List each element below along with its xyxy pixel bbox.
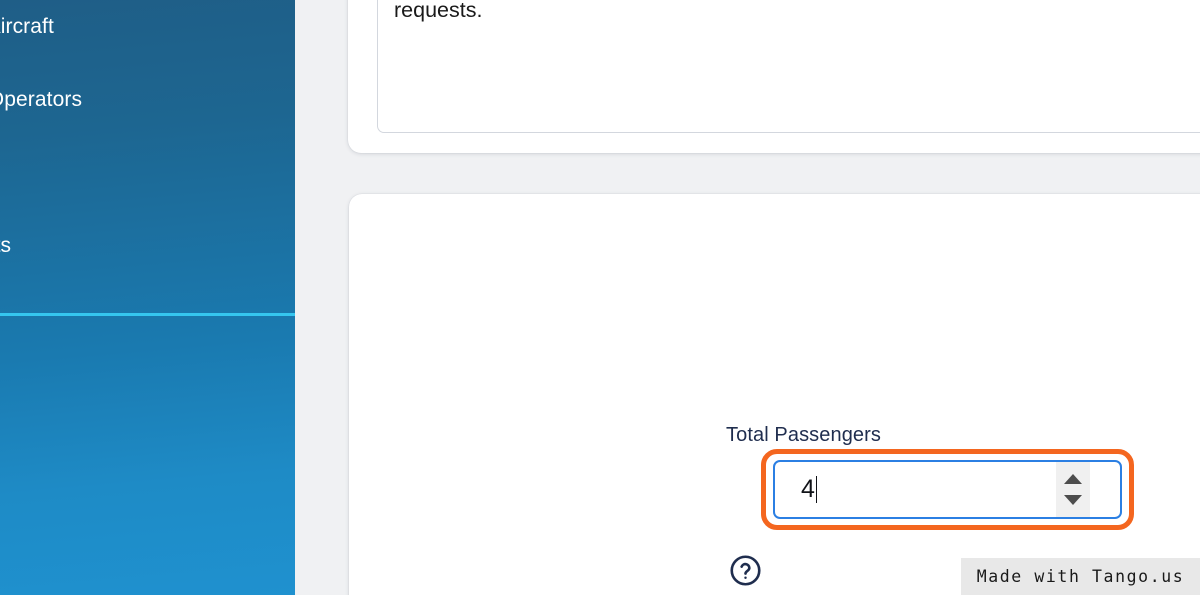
app-screen: External Aircraft External Operators Sta… [0, 0, 1200, 595]
sidebar-item-label: Documents [0, 234, 12, 257]
sidebar: External Aircraft External Operators Sta… [0, 0, 295, 595]
tango-watermark: Made with Tango.us [961, 558, 1200, 595]
job-notes-textarea[interactable]: These are job notes, they are internal a… [377, 0, 1200, 133]
sidebar-divider [0, 313, 295, 316]
sidebar-item-label: External Operators [0, 88, 83, 111]
sidebar-item-staff[interactable]: Staff [0, 149, 295, 195]
total-passengers-input[interactable]: 4 [773, 460, 1122, 519]
sidebar-item-external-operators[interactable]: External Operators [0, 77, 295, 123]
spinner-up-icon[interactable] [1064, 474, 1082, 485]
flight-details-card: Total Passengers 4 Dep [349, 194, 1200, 595]
spinner-down-icon[interactable] [1064, 494, 1082, 505]
job-notes-card: These are job notes, they are internal a… [348, 0, 1200, 153]
job-notes-line: requests. [394, 0, 483, 22]
total-passengers-label: Total Passengers [726, 424, 882, 446]
sidebar-item-documents[interactable]: Documents [0, 223, 295, 269]
sidebar-item-settings[interactable]: Settings [0, 371, 295, 417]
sidebar-item-label: External Aircraft [0, 15, 54, 38]
total-passengers-value: 4 [801, 475, 815, 503]
number-spinner[interactable] [1056, 462, 1090, 517]
total-passengers-value-area[interactable]: 4 [775, 462, 1056, 517]
main-content: These are job notes, they are internal a… [295, 0, 1200, 595]
question-mark-circle-icon[interactable] [729, 554, 762, 587]
sidebar-item-external-aircraft[interactable]: External Aircraft [0, 4, 295, 50]
text-caret [815, 476, 818, 503]
